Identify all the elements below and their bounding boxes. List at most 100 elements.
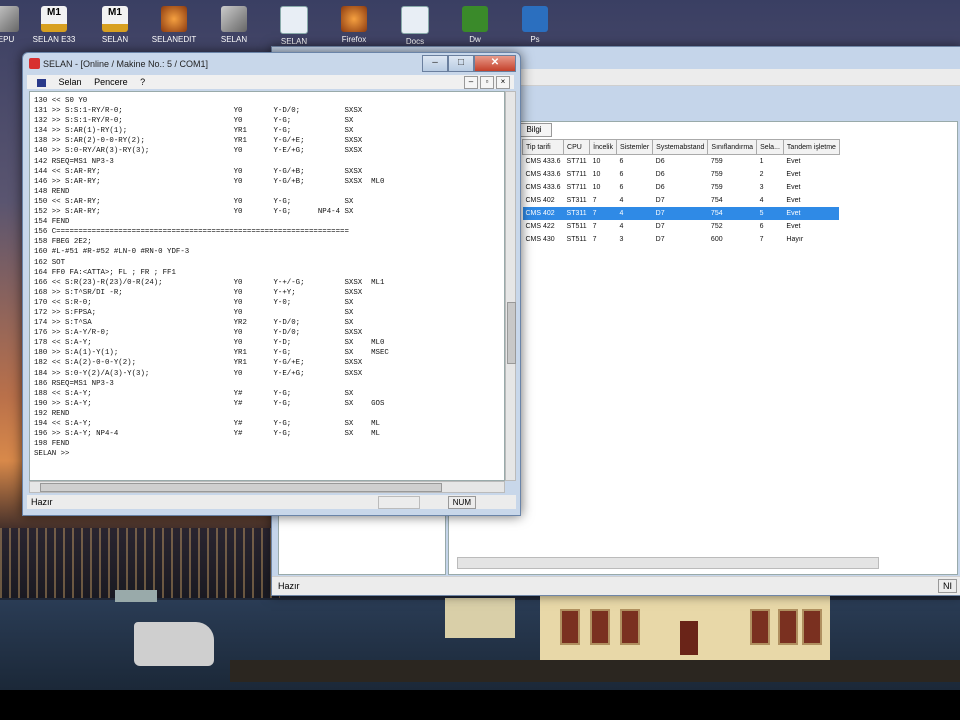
close-button[interactable]: ✕ [474, 55, 516, 72]
table-cell: 10 [592, 158, 601, 165]
table-cell: CMS 433.6 [525, 184, 561, 191]
table-row[interactable]: CMS 433.6 ST711 10 6 D6 759 2 Evet [523, 168, 840, 181]
table-cell: D7 [652, 207, 708, 220]
table-cell: D6 [655, 158, 665, 165]
program-code[interactable]: 130 << S0 Y0 131 >> S:S:1-RY/R-0; Y0 Y-D… [30, 92, 504, 459]
program-editor[interactable]: 130 << S0 Y0 131 >> S:S:1-RY/R-0; Y0 Y-D… [29, 91, 505, 481]
column-header[interactable]: Sistemler [615, 139, 654, 155]
table-cell: 6 [619, 158, 624, 165]
desktop-icon-3[interactable]: M1 SELAN [83, 6, 147, 44]
column-header[interactable]: Tip tarifi [521, 139, 565, 155]
wallpaper-window [802, 609, 822, 645]
table-cell: CMS 402 [522, 207, 564, 220]
table-cell: CMS 430 [525, 236, 555, 243]
table-row[interactable]: CMS 402 ST311 7 4 D7 754 5 Evet [522, 207, 840, 220]
mdi-minimize-button[interactable]: – [464, 76, 478, 89]
table-row[interactable]: CMS 402 ST311 7 4 D7 754 4 Evet [523, 194, 840, 207]
column-header[interactable]: İncelik [589, 139, 617, 155]
selan-window[interactable]: SELAN - [Online / Makine No.: 5 / COM1] … [22, 52, 521, 516]
wallpaper-tower-base [445, 598, 515, 638]
selan-title: SELAN - [Online / Makine No.: 5 / COM1] [43, 59, 209, 69]
explorer-horizontal-scrollbar[interactable] [457, 557, 879, 569]
table-cell: Evet [786, 158, 801, 165]
table-cell: CMS 433.6 [525, 171, 561, 178]
table-cell: 4 [759, 197, 764, 204]
table-cell: CMS 402 [525, 197, 555, 204]
column-header[interactable]: Systemabstand [652, 139, 709, 155]
table-cell: 7 [592, 197, 597, 204]
table-cell: D7 [655, 197, 665, 204]
selan-statusbar: Hazır NUM [27, 495, 516, 509]
scroll-thumb[interactable] [40, 483, 442, 492]
desktop-icon-10[interactable]: Ps [503, 6, 567, 44]
desktop-icon-8[interactable]: Docs [383, 6, 447, 46]
desktop-icon-9[interactable]: Dw [443, 6, 507, 44]
firefox-icon [341, 6, 367, 32]
table-row[interactable]: CMS 433.6 ST711 10 6 D6 759 1 Evet [523, 155, 840, 169]
table-cell: 5 [756, 207, 784, 220]
table-cell: 4 [619, 223, 624, 230]
window-controls: – □ ✕ [422, 55, 516, 72]
monitor-icon [280, 6, 308, 34]
desktop-icon-2[interactable]: M1 SELAN E33 [22, 6, 86, 44]
scroll-thumb[interactable] [507, 302, 516, 364]
table-cell: CMS 422 [525, 223, 555, 230]
table-cell: 752 [710, 223, 723, 230]
table-cell: ST511 [566, 223, 587, 230]
document-icon [401, 6, 429, 34]
minimize-button[interactable]: – [422, 55, 448, 72]
table-cell: 7 [592, 223, 597, 230]
machine-table[interactable]: Tip tarifi CPU İncelik Sistemler Systema… [521, 139, 840, 246]
desktop-icon-4[interactable]: SELANEDIT [142, 6, 206, 44]
mdi-close-button[interactable]: × [496, 76, 510, 89]
wallpaper-window [560, 609, 580, 645]
column-header[interactable]: Sela... [756, 139, 784, 155]
table-cell: 4 [616, 207, 653, 220]
table-cell: 759 [710, 158, 723, 165]
table-cell: ST711 [566, 184, 587, 191]
desktop-icon-6[interactable]: SELAN [262, 6, 326, 46]
wallpaper-maiden-tower [540, 592, 830, 665]
explorer-status-text: Hazır [278, 581, 300, 591]
selan-titlebar[interactable]: SELAN - [Online / Makine No.: 5 / COM1] … [23, 53, 520, 75]
table-row[interactable]: CMS 433.6 ST711 10 6 D6 759 3 Evet [523, 181, 840, 194]
table-header-row: Tip tarifi CPU İncelik Sistemler Systema… [521, 139, 840, 155]
table-cell: 7 [592, 236, 597, 243]
table-cell: 3 [619, 236, 624, 243]
table-cell: 10 [592, 171, 601, 178]
table-cell: ST311 [566, 197, 587, 204]
maximize-button[interactable]: □ [448, 55, 474, 72]
tool-icon [161, 6, 187, 32]
editor-horizontal-scrollbar[interactable] [29, 481, 505, 493]
editor-vertical-scrollbar[interactable] [505, 91, 516, 481]
column-header[interactable]: CPU [563, 139, 591, 155]
explorer-status-indicator: NI [938, 579, 957, 593]
table-cell: D6 [655, 184, 665, 191]
table-cell: ST711 [566, 171, 587, 178]
table-cell: Evet [783, 207, 840, 220]
wallpaper-city-lights [0, 528, 280, 598]
video-letterbox [0, 690, 960, 720]
status-cell [378, 496, 420, 509]
column-header[interactable]: Tandem işletme [782, 139, 840, 155]
table-cell: 754 [707, 207, 757, 220]
mdi-restore-button[interactable]: ▫ [480, 76, 494, 89]
desktop-icon-7[interactable]: Firefox [322, 6, 386, 44]
mdi-controls: – ▫ × [464, 76, 510, 89]
desktop-icon-5[interactable]: SELAN [202, 6, 266, 44]
menu-pencere[interactable]: Pencere [94, 77, 128, 87]
table-cell: 1 [759, 158, 764, 165]
table-cell: Evet [786, 171, 801, 178]
table-cell: 759 [710, 171, 723, 178]
table-row[interactable]: CMS 422 ST511 7 4 D7 752 6 Evet [523, 220, 840, 233]
selan-app-icon[interactable] [29, 58, 40, 69]
menu-selan[interactable]: Selan [59, 77, 82, 87]
explorer-tab[interactable]: Bilgi [516, 123, 552, 137]
table-row[interactable]: CMS 430 ST511 7 3 D7 600 7 Hayır [523, 233, 840, 246]
wallpaper-window [778, 609, 798, 645]
document-icon[interactable] [37, 78, 46, 87]
menu-help[interactable]: ? [140, 77, 145, 87]
table-cell: D6 [655, 171, 665, 178]
column-header[interactable]: Sınıflandırma [707, 139, 758, 155]
table-cell: Hayır [786, 236, 804, 243]
